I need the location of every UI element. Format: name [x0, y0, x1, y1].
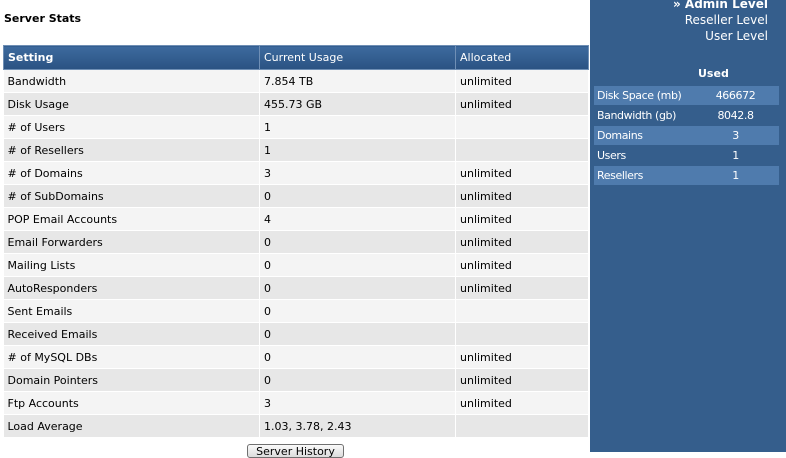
used-label: Disk Space (mb): [597, 89, 682, 102]
column-header-setting[interactable]: Setting: [3, 45, 260, 70]
table-row: Received Emails 0: [3, 322, 589, 346]
reseller-level-link[interactable]: Reseller Level: [673, 12, 768, 28]
setting-cell: POP Email Accounts: [3, 207, 260, 231]
usage-cell: 0: [259, 299, 456, 323]
table-row: # of Domains 3 unlimited: [3, 161, 589, 185]
table-row: Mailing Lists 0 unlimited: [3, 253, 589, 277]
setting-cell: Email Forwarders: [3, 230, 260, 254]
usage-cell: 0: [259, 345, 456, 369]
used-row-domains: Domains 3: [594, 126, 779, 145]
usage-cell: 0: [259, 184, 456, 208]
used-value: 1: [732, 169, 739, 182]
table-row: Bandwidth 7.854 TB unlimited: [3, 69, 589, 93]
server-history-button[interactable]: Server History: [247, 444, 344, 458]
allocated-cell: [455, 414, 589, 438]
setting-cell: Load Average: [3, 414, 260, 438]
setting-cell: Disk Usage: [3, 92, 260, 116]
table-row: Sent Emails 0: [3, 299, 589, 323]
allocated-cell: [455, 299, 589, 323]
setting-cell: Mailing Lists: [3, 253, 260, 277]
usage-cell: 0: [259, 368, 456, 392]
table-row: Load Average 1.03, 3.78, 2.43: [3, 414, 589, 438]
allocated-cell: unlimited: [455, 276, 589, 300]
usage-cell: 0: [259, 253, 456, 277]
setting-cell: # of Users: [3, 115, 260, 139]
setting-cell: # of Domains: [3, 161, 260, 185]
main-content: Server Stats Setting Current Usage Alloc…: [0, 0, 590, 458]
used-row-disk-space: Disk Space (mb) 466672: [594, 86, 779, 105]
column-header-allocated[interactable]: Allocated: [455, 45, 589, 70]
used-value: 3: [732, 129, 739, 142]
used-value: 1: [732, 149, 739, 162]
usage-cell: 1: [259, 115, 456, 139]
column-header-current-usage[interactable]: Current Usage: [259, 45, 456, 70]
usage-cell: 0: [259, 322, 456, 346]
usage-cell: 0: [259, 276, 456, 300]
usage-cell: 7.854 TB: [259, 69, 456, 93]
used-summary-table: Disk Space (mb) 466672 Bandwidth (gb) 80…: [594, 86, 779, 186]
setting-cell: Received Emails: [3, 322, 260, 346]
table-row: # of Resellers 1: [3, 138, 589, 162]
allocated-cell: [455, 322, 589, 346]
table-header-row: Setting Current Usage Allocated: [3, 45, 589, 70]
used-row-resellers: Resellers 1: [594, 166, 779, 185]
setting-cell: Bandwidth: [3, 69, 260, 93]
allocated-cell: unlimited: [455, 230, 589, 254]
used-label: Bandwidth (gb): [597, 109, 677, 122]
usage-cell: 455.73 GB: [259, 92, 456, 116]
level-links: » Admin Level Reseller Level User Level: [673, 0, 768, 44]
used-value: 466672: [715, 89, 756, 102]
table-row: # of MySQL DBs 0 unlimited: [3, 345, 589, 369]
page-title: Server Stats: [4, 12, 82, 25]
server-stats-table: Setting Current Usage Allocated Bandwidt…: [3, 45, 589, 438]
usage-cell: 4: [259, 207, 456, 231]
table-row: AutoResponders 0 unlimited: [3, 276, 589, 300]
allocated-cell: unlimited: [455, 345, 589, 369]
setting-cell: # of Resellers: [3, 138, 260, 162]
allocated-cell: unlimited: [455, 161, 589, 185]
used-value: 8042.8: [717, 109, 754, 122]
usage-cell: 3: [259, 161, 456, 185]
setting-cell: Domain Pointers: [3, 368, 260, 392]
table-row: # of SubDomains 0 unlimited: [3, 184, 589, 208]
user-level-link[interactable]: User Level: [673, 28, 768, 44]
usage-cell: 1.03, 3.78, 2.43: [259, 414, 456, 438]
usage-cell: 1: [259, 138, 456, 162]
setting-cell: # of MySQL DBs: [3, 345, 260, 369]
table-row: Ftp Accounts 3 unlimited: [3, 391, 589, 415]
table-row: Email Forwarders 0 unlimited: [3, 230, 589, 254]
used-row-bandwidth: Bandwidth (gb) 8042.8: [594, 106, 779, 125]
table-row: POP Email Accounts 4 unlimited: [3, 207, 589, 231]
table-row: # of Users 1: [3, 115, 589, 139]
setting-cell: # of SubDomains: [3, 184, 260, 208]
allocated-cell: unlimited: [455, 368, 589, 392]
used-heading: Used: [698, 67, 729, 80]
allocated-cell: unlimited: [455, 391, 589, 415]
allocated-cell: unlimited: [455, 69, 589, 93]
sidebar: » Admin Level Reseller Level User Level …: [590, 0, 786, 452]
table-row: Disk Usage 455.73 GB unlimited: [3, 92, 589, 116]
usage-cell: 0: [259, 230, 456, 254]
allocated-cell: [455, 115, 589, 139]
setting-cell: Sent Emails: [3, 299, 260, 323]
allocated-cell: [455, 138, 589, 162]
table-row: Domain Pointers 0 unlimited: [3, 368, 589, 392]
allocated-cell: unlimited: [455, 253, 589, 277]
allocated-cell: unlimited: [455, 92, 589, 116]
usage-cell: 3: [259, 391, 456, 415]
allocated-cell: unlimited: [455, 207, 589, 231]
used-label: Domains: [597, 129, 643, 142]
admin-level-link[interactable]: » Admin Level: [673, 0, 768, 12]
setting-cell: Ftp Accounts: [3, 391, 260, 415]
used-row-users: Users 1: [594, 146, 779, 165]
used-label: Resellers: [597, 169, 643, 182]
used-label: Users: [597, 149, 626, 162]
allocated-cell: unlimited: [455, 184, 589, 208]
setting-cell: AutoResponders: [3, 276, 260, 300]
